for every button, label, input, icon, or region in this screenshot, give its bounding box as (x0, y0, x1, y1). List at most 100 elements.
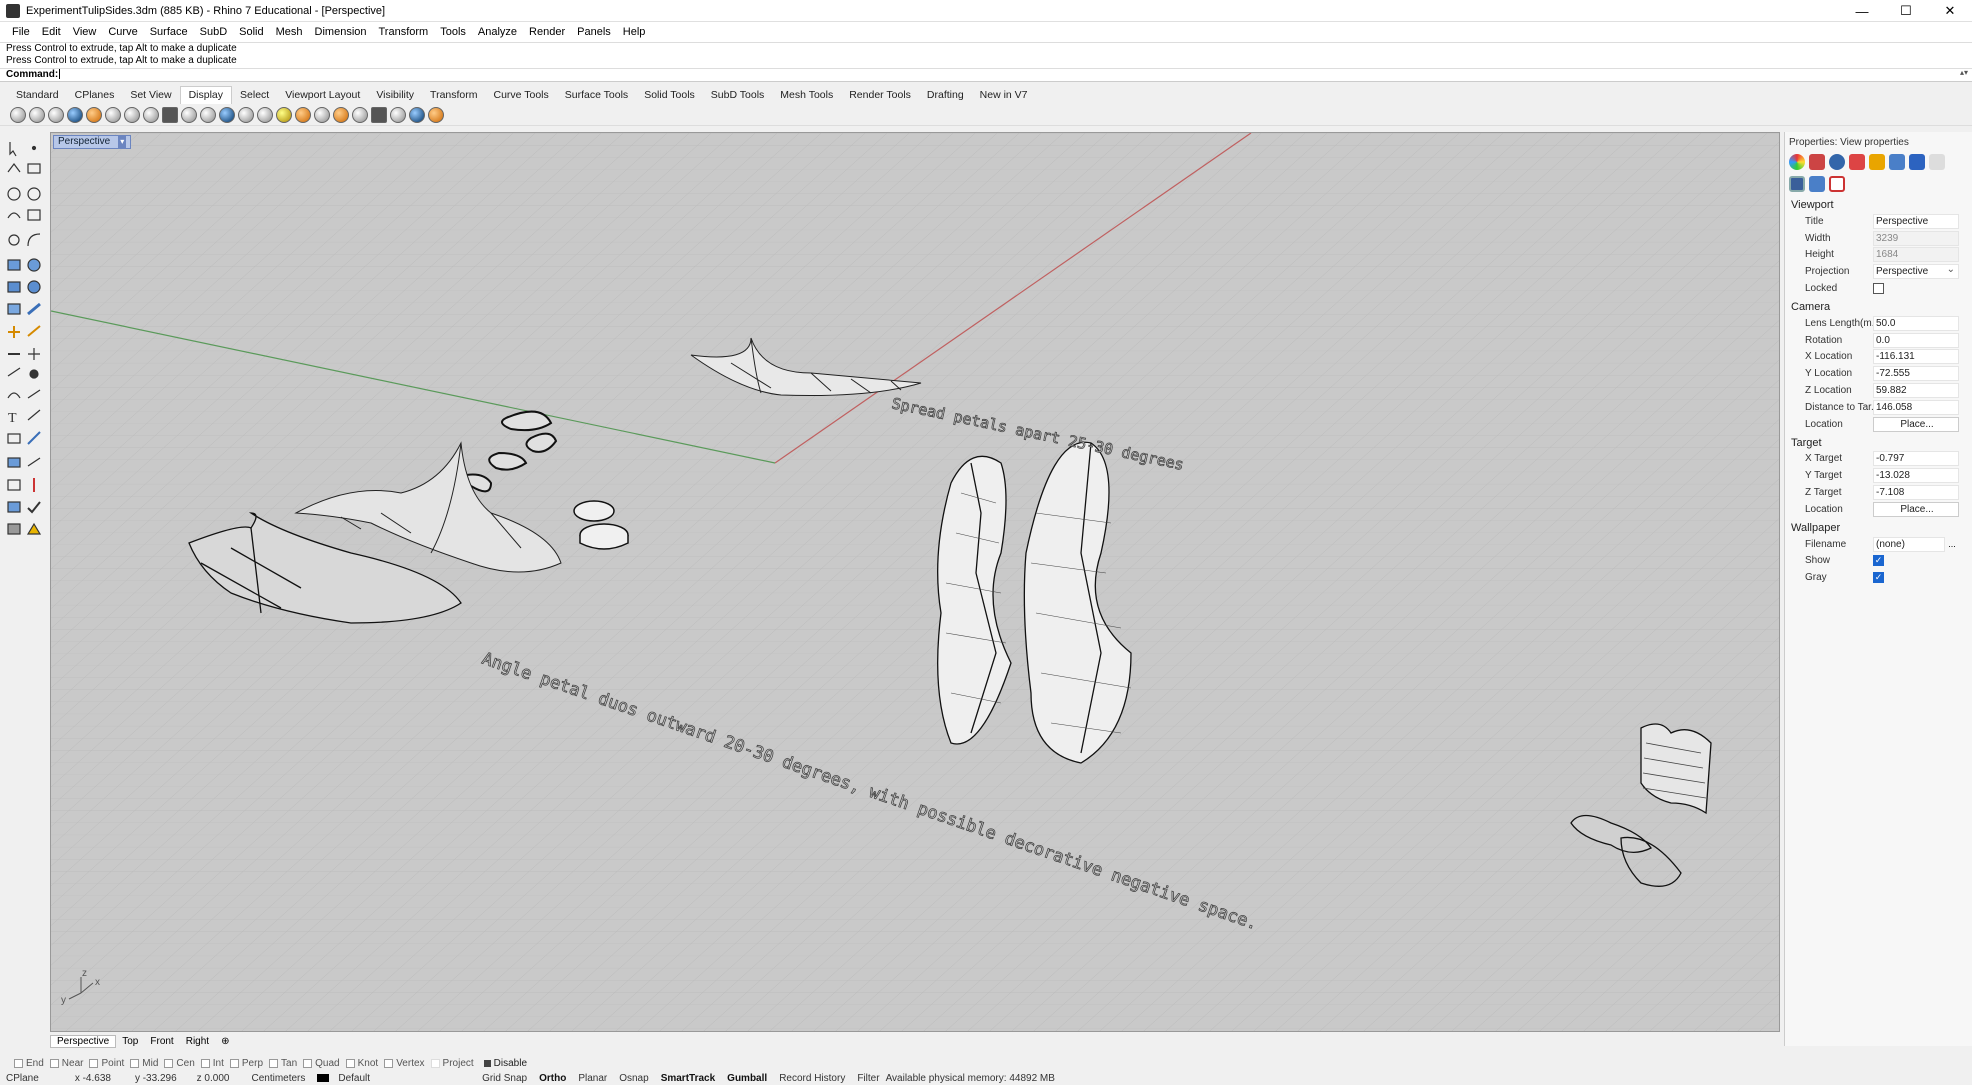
monochrome-icon[interactable] (200, 106, 216, 123)
raytraced-icon[interactable] (181, 106, 197, 123)
viewport-scene[interactable]: Spread petals apart 25-30 degrees Angle … (51, 133, 1780, 1032)
image-icon[interactable] (1889, 154, 1905, 170)
smarttrack-toggle[interactable]: SmartTrack (655, 1073, 721, 1084)
x-location-field[interactable]: -116.131 (1873, 349, 1959, 365)
browse-button[interactable]: ... (1945, 539, 1959, 549)
tab-drafting[interactable]: Drafting (919, 89, 972, 101)
z-target-field[interactable]: -7.108 (1873, 485, 1959, 501)
tab-display[interactable]: Display (179, 86, 233, 104)
osnap-knot-checkbox[interactable] (345, 1058, 355, 1068)
menu-render[interactable]: Render (523, 26, 571, 38)
render-settings-icon[interactable] (409, 106, 425, 123)
menu-mesh[interactable]: Mesh (270, 26, 309, 38)
environment-map-icon[interactable] (276, 106, 292, 123)
menu-edit[interactable]: Edit (36, 26, 67, 38)
tab-solid-tools[interactable]: Solid Tools (636, 89, 703, 101)
menu-dimension[interactable]: Dimension (309, 26, 373, 38)
target-place-button[interactable]: Place... (1873, 501, 1959, 517)
shaded-icon[interactable] (29, 106, 45, 123)
arctic-icon[interactable] (162, 106, 178, 123)
show-checkbox[interactable]: ✓ (1873, 555, 1884, 567)
rendered-icon[interactable] (48, 106, 64, 123)
command-scroll-arrows[interactable]: ▴▾ (1960, 68, 1968, 82)
folder-icon[interactable] (1869, 154, 1885, 170)
artistic-icon[interactable] (124, 106, 140, 123)
tab-curve-tools[interactable]: Curve Tools (486, 89, 557, 101)
pen-icon[interactable] (143, 106, 159, 123)
projection-dropdown[interactable]: Perspective (1873, 264, 1959, 280)
tab-standard[interactable]: Standard (8, 89, 67, 101)
menu-file[interactable]: File (6, 26, 36, 38)
y-target-field[interactable]: -13.028 (1873, 468, 1959, 484)
status-layer[interactable]: Default (311, 1073, 382, 1084)
osnap-tan-checkbox[interactable] (269, 1058, 279, 1068)
tab-new-in-v7[interactable]: New in V7 (972, 89, 1036, 101)
ghosted-icon[interactable] (67, 106, 83, 123)
zebra-icon[interactable] (238, 106, 254, 123)
minimize-button[interactable]: — (1840, 0, 1884, 22)
tab-visibility[interactable]: Visibility (368, 89, 422, 101)
draft-angle-icon[interactable] (295, 106, 311, 123)
environment-icon[interactable] (1829, 154, 1845, 170)
gumball-settings-icon[interactable] (1809, 176, 1825, 192)
command-line[interactable]: Command: (0, 68, 1972, 82)
osnap-cen-checkbox[interactable] (164, 1058, 174, 1068)
viewport-menu-arrow-icon[interactable]: ▾ (118, 136, 127, 148)
ortho-toggle[interactable]: Ortho (533, 1073, 572, 1084)
locked-checkbox[interactable] (1873, 283, 1884, 295)
view-tab-front[interactable]: Front (144, 1036, 179, 1047)
material-icon[interactable] (1809, 154, 1825, 170)
osnap-point-checkbox[interactable] (89, 1058, 99, 1068)
gray-checkbox[interactable]: ✓ (1873, 572, 1884, 584)
rotation-field[interactable]: 0.0 (1873, 332, 1959, 348)
tab-mesh-tools[interactable]: Mesh Tools (772, 89, 841, 101)
mesh-display-icon[interactable] (352, 106, 368, 123)
tab-select[interactable]: Select (232, 89, 277, 101)
menu-curve[interactable]: Curve (102, 26, 143, 38)
close-button[interactable]: ✕ (1928, 0, 1972, 22)
status-cplane[interactable]: CPlane (0, 1073, 45, 1084)
wireframe-icon[interactable] (10, 106, 26, 123)
curvature-icon[interactable] (257, 106, 273, 123)
camera-place-button[interactable]: Place... (1873, 416, 1959, 432)
camera-icon[interactable] (1789, 176, 1805, 192)
menu-solid[interactable]: Solid (233, 26, 269, 38)
osnap-vertex-checkbox[interactable] (384, 1058, 394, 1068)
menu-surface[interactable]: Surface (144, 26, 194, 38)
screen-capture-icon[interactable] (371, 106, 387, 123)
texture-icon[interactable] (1849, 154, 1865, 170)
menu-tools[interactable]: Tools (434, 26, 472, 38)
tab-cplanes[interactable]: CPlanes (67, 89, 123, 101)
filename-field[interactable]: (none) (1873, 536, 1945, 552)
lens-length-field[interactable]: 50.0 (1873, 315, 1959, 331)
tab-transform[interactable]: Transform (422, 89, 485, 101)
display-options-icon[interactable] (219, 106, 235, 123)
color-grid-icon[interactable] (428, 106, 444, 123)
osnap-quad-checkbox[interactable] (303, 1058, 313, 1068)
edge-analysis-icon[interactable] (314, 106, 330, 123)
osnap-mid-checkbox[interactable] (130, 1058, 140, 1068)
status-units[interactable]: Centimeters (235, 1073, 311, 1084)
view-tab-perspective[interactable]: Perspective (50, 1034, 117, 1048)
grid-snap-toggle[interactable]: Grid Snap (382, 1073, 533, 1084)
show-edges-icon[interactable] (333, 106, 349, 123)
viewport-frame-icon[interactable] (1829, 176, 1845, 192)
menu-help[interactable]: Help (617, 26, 652, 38)
tab-subd-tools[interactable]: SubD Tools (703, 89, 773, 101)
y-location-field[interactable]: -72.555 (1873, 366, 1959, 382)
tab-set-view[interactable]: Set View (122, 89, 179, 101)
menu-analyze[interactable]: Analyze (472, 26, 523, 38)
maximize-button[interactable]: ☐ (1884, 0, 1928, 22)
object-properties-icon[interactable] (1789, 154, 1805, 170)
title-field[interactable]: Perspective (1873, 213, 1959, 229)
viewport-title-tab[interactable]: Perspective ▾ (53, 135, 132, 149)
osnap-disable-checkbox[interactable] (483, 1059, 491, 1067)
filter-toggle[interactable]: Filter (851, 1073, 885, 1084)
tab-viewport-layout[interactable]: Viewport Layout (277, 89, 368, 101)
tab-render-tools[interactable]: Render Tools (841, 89, 919, 101)
osnap-toggle[interactable]: Osnap (613, 1073, 654, 1084)
osnap-near-checkbox[interactable] (49, 1058, 59, 1068)
z-location-field[interactable]: 59.882 (1873, 383, 1959, 399)
menu-panels[interactable]: Panels (571, 26, 617, 38)
view-tab-right[interactable]: Right (180, 1036, 215, 1047)
